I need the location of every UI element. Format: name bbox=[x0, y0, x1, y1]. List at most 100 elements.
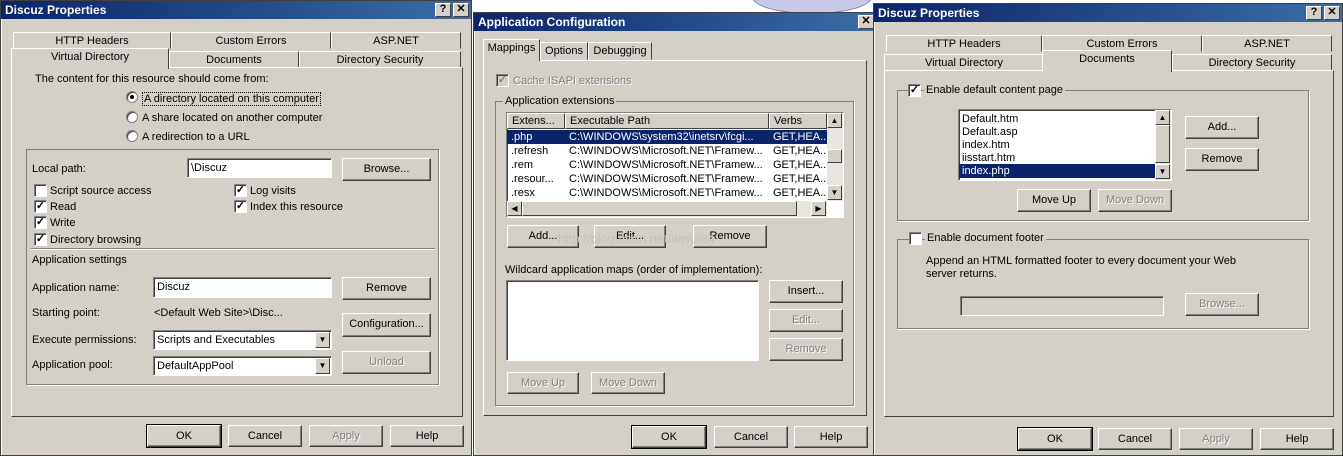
list-item[interactable]: Default.asp bbox=[959, 125, 1155, 139]
remove-app-button[interactable]: Remove bbox=[342, 277, 431, 300]
tab-http-headers[interactable]: HTTP Headers bbox=[13, 32, 171, 49]
dir-browsing-checkbox[interactable]: ✓ bbox=[34, 233, 47, 246]
scroll-thumb[interactable] bbox=[1155, 125, 1170, 163]
read-checkbox[interactable]: ✓ bbox=[34, 200, 47, 213]
chevron-down-icon[interactable]: ▼ bbox=[315, 332, 330, 348]
table-row[interactable]: .refresh C:\WINDOWS\Microsoft.NET\Framew… bbox=[507, 144, 827, 158]
tab-aspnet[interactable]: ASP.NET bbox=[1202, 35, 1332, 52]
add-document-button[interactable]: Add... bbox=[1185, 116, 1259, 139]
vertical-scrollbar[interactable]: ▲ ▼ bbox=[827, 113, 843, 201]
move-down-button[interactable]: Move Down bbox=[1098, 189, 1172, 212]
cancel-button[interactable]: Cancel bbox=[228, 425, 302, 447]
ok-button[interactable]: OK bbox=[1017, 427, 1093, 451]
index-resource-checkbox[interactable]: ✓ bbox=[234, 200, 247, 213]
table-row[interactable]: .rem C:\WINDOWS\Microsoft.NET\Framew... … bbox=[507, 158, 827, 172]
radio-redirection[interactable] bbox=[126, 130, 138, 142]
help-icon[interactable]: ? bbox=[435, 3, 451, 17]
move-up-button[interactable]: Move Up bbox=[1017, 189, 1091, 212]
apply-button[interactable]: Apply bbox=[1179, 428, 1253, 450]
tab-options[interactable]: Options bbox=[540, 42, 588, 60]
tab-aspnet[interactable]: ASP.NET bbox=[331, 32, 461, 49]
help-icon[interactable]: ? bbox=[1306, 6, 1322, 20]
discuz-properties-window-1: Discuz Properties ? ✕ HTTP Headers Custo… bbox=[0, 0, 472, 456]
insert-button[interactable]: Insert... bbox=[769, 280, 843, 303]
scroll-down-icon[interactable]: ▼ bbox=[1155, 164, 1170, 179]
cancel-button[interactable]: Cancel bbox=[1098, 428, 1172, 450]
extensions-list[interactable]: Extens... Executable Path Verbs .php C:\… bbox=[506, 112, 844, 218]
move-down-button[interactable]: Move Down bbox=[591, 372, 665, 394]
list-item[interactable]: index.php bbox=[959, 164, 1155, 178]
move-up-button[interactable]: Move Up bbox=[507, 372, 579, 394]
tab-mappings[interactable]: Mappings bbox=[483, 39, 540, 61]
tab-http-headers[interactable]: HTTP Headers bbox=[886, 35, 1042, 52]
local-path-input[interactable]: \Discuz bbox=[187, 158, 332, 178]
cancel-button[interactable]: Cancel bbox=[714, 426, 788, 448]
cache-isapi-label: Cache ISAPI extensions bbox=[513, 75, 632, 87]
browse-button[interactable]: Browse... bbox=[342, 158, 431, 181]
index-resource-label: Index this resource bbox=[250, 201, 343, 213]
column-header-verbs[interactable]: Verbs bbox=[769, 113, 827, 129]
radio-local-directory[interactable] bbox=[126, 91, 138, 103]
scroll-left-icon[interactable]: ◀ bbox=[507, 201, 522, 216]
chevron-down-icon[interactable]: ▼ bbox=[315, 358, 330, 374]
help-button[interactable]: Help bbox=[794, 426, 868, 448]
script-source-checkbox[interactable] bbox=[34, 184, 47, 197]
verbs-cell: GET,HEA... bbox=[773, 159, 827, 171]
tab-directory-security[interactable]: Directory Security bbox=[1172, 54, 1332, 71]
tab-virtual-directory[interactable]: Virtual Directory bbox=[11, 48, 169, 69]
list-item[interactable]: index.htm bbox=[959, 138, 1155, 152]
scroll-up-icon[interactable]: ▲ bbox=[1155, 110, 1170, 125]
horizontal-scrollbar[interactable]: ◀ ▶ bbox=[507, 201, 827, 217]
scroll-down-icon[interactable]: ▼ bbox=[827, 185, 842, 200]
app-extensions-heading: Application extensions bbox=[503, 95, 617, 107]
tab-documents[interactable]: Documents bbox=[169, 51, 299, 68]
enable-footer-checkbox[interactable] bbox=[909, 232, 922, 245]
close-icon[interactable]: ✕ bbox=[1324, 6, 1340, 20]
verbs-cell: GET,HEA... bbox=[773, 131, 827, 143]
unload-button[interactable]: Unload bbox=[342, 351, 431, 374]
exec-perm-label: Execute permissions: bbox=[32, 334, 137, 346]
application-configuration-window: Application Configuration ✕ Mappings Opt… bbox=[473, 12, 875, 456]
column-header-extension[interactable]: Extens... bbox=[507, 113, 565, 129]
ok-button[interactable]: OK bbox=[146, 424, 222, 448]
app-pool-select[interactable]: DefaultAppPool ▼ bbox=[153, 356, 332, 376]
help-button[interactable]: Help bbox=[1260, 428, 1334, 450]
help-button[interactable]: Help bbox=[390, 425, 464, 447]
tab-custom-errors[interactable]: Custom Errors bbox=[171, 32, 331, 49]
write-checkbox[interactable]: ✓ bbox=[34, 216, 47, 229]
edit-wildcard-button[interactable]: Edit... bbox=[769, 309, 843, 332]
column-header-path[interactable]: Executable Path bbox=[565, 113, 769, 129]
tab-virtual-directory[interactable]: Virtual Directory bbox=[884, 54, 1044, 71]
wildcard-maps-list[interactable] bbox=[506, 280, 759, 361]
scroll-thumb[interactable] bbox=[827, 149, 842, 163]
default-docs-list[interactable]: Default.htm Default.asp index.htm iissta… bbox=[958, 109, 1172, 181]
list-item[interactable]: iisstart.htm bbox=[959, 151, 1155, 165]
scroll-right-icon[interactable]: ▶ bbox=[811, 201, 826, 216]
ok-button[interactable]: OK bbox=[631, 425, 707, 449]
footer-path-input[interactable] bbox=[960, 296, 1164, 316]
scroll-up-icon[interactable]: ▲ bbox=[827, 113, 842, 128]
app-name-input[interactable]: Discuz bbox=[153, 277, 332, 298]
browse-button[interactable]: Browse... bbox=[1185, 293, 1259, 316]
radio-share[interactable] bbox=[126, 111, 138, 123]
remove-document-button[interactable]: Remove bbox=[1185, 148, 1259, 171]
enable-default-checkbox[interactable]: ✓ bbox=[908, 84, 921, 97]
table-row[interactable]: .resour... C:\WINDOWS\Microsoft.NET\Fram… bbox=[507, 172, 827, 186]
list-item[interactable]: Default.htm bbox=[959, 112, 1155, 126]
scroll-thumb[interactable] bbox=[522, 201, 797, 216]
tab-documents[interactable]: Documents bbox=[1042, 50, 1172, 72]
tab-debugging[interactable]: Debugging bbox=[588, 42, 652, 60]
configuration-button[interactable]: Configuration... bbox=[342, 313, 431, 337]
remove-wildcard-button[interactable]: Remove bbox=[769, 338, 843, 361]
cache-isapi-checkbox[interactable]: ✓ bbox=[496, 74, 509, 87]
close-icon[interactable]: ✕ bbox=[453, 3, 469, 17]
apply-button[interactable]: Apply bbox=[309, 425, 383, 447]
close-icon[interactable]: ✕ bbox=[858, 15, 874, 29]
extension-cell: .rem bbox=[511, 159, 533, 171]
table-row[interactable]: .resx C:\WINDOWS\Microsoft.NET\Framew...… bbox=[507, 186, 827, 200]
vertical-scrollbar[interactable]: ▲ ▼ bbox=[1155, 110, 1171, 180]
log-visits-checkbox[interactable]: ✓ bbox=[234, 184, 247, 197]
table-row[interactable]: .php C:\WINDOWS\system32\inetsrv\fcgi...… bbox=[507, 130, 827, 144]
exec-perm-select[interactable]: Scripts and Executables ▼ bbox=[153, 330, 332, 350]
tab-directory-security[interactable]: Directory Security bbox=[299, 51, 461, 68]
